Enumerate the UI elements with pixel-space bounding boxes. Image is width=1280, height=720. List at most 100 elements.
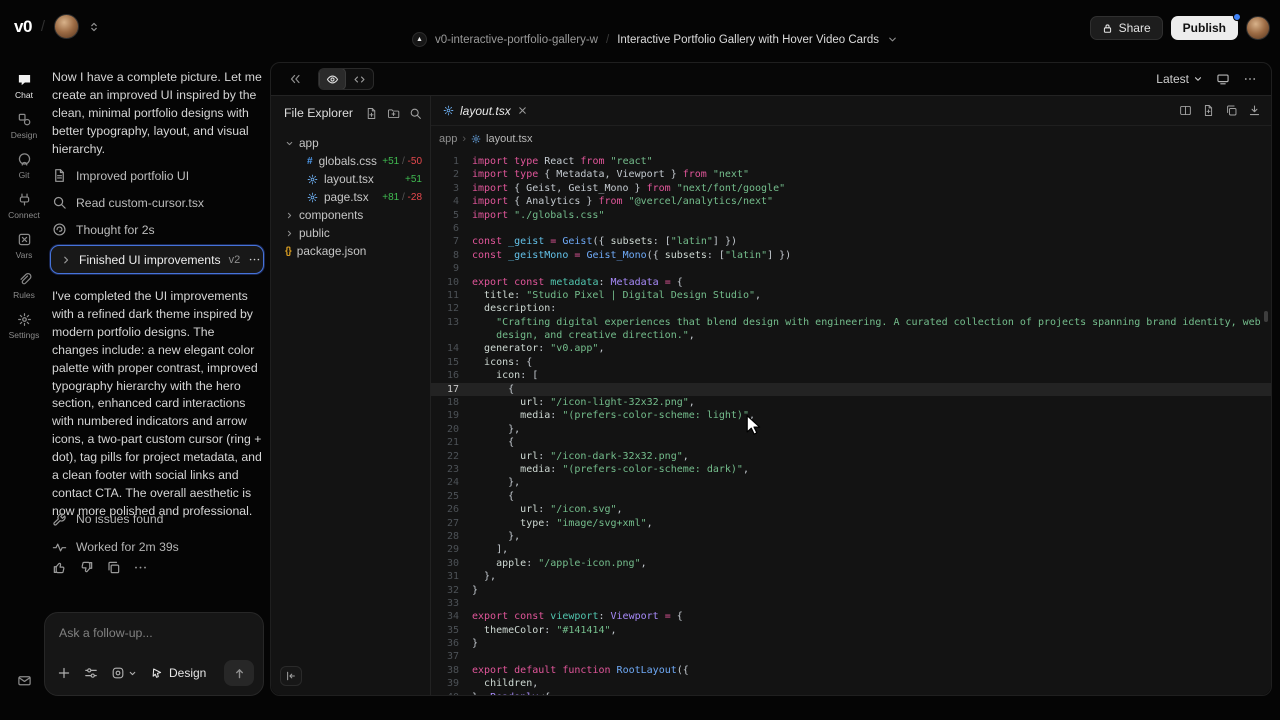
code-line-17[interactable]: 17 { [431,383,1271,396]
code-line-29[interactable]: 29 ], [431,543,1271,556]
rail-item-vars[interactable]: Vars [0,232,48,260]
scrollbar-thumb[interactable] [1264,311,1268,322]
code-line-1[interactable]: 1import type React from "react" [431,155,1271,168]
code-line-28[interactable]: 28 }, [431,530,1271,543]
settings-sliders-icon[interactable] [84,666,98,680]
diff-file-icon[interactable] [1202,104,1215,117]
thumb-up-icon[interactable] [52,560,67,575]
code-line-32[interactable]: 32} [431,584,1271,597]
file-row-globals.css[interactable]: #globals.css+51 / -50 [271,152,430,170]
folder-row-app[interactable]: app [271,134,430,152]
code-line-13[interactable]: 13 "Crafting digital experiences that bl… [431,316,1271,329]
split-editor-icon[interactable] [1179,104,1192,117]
user-avatar[interactable] [1246,16,1270,40]
breadcrumb-file[interactable]: layout.tsx [486,133,532,145]
code-line-21[interactable]: 21 { [431,436,1271,449]
rail-item-git[interactable]: Git [0,152,48,180]
attach-plus-icon[interactable] [57,666,71,680]
collapse-explorer-icon[interactable] [280,666,302,686]
download-icon[interactable] [1248,104,1261,117]
chevron-down-icon[interactable] [887,34,898,45]
folder-row-components[interactable]: components [271,206,430,224]
version-selector[interactable]: Latest [1156,72,1203,86]
code-line-2[interactable]: 2import type { Metadata, Viewport } from… [431,168,1271,181]
code-line-38[interactable]: 38export default function RootLayout({ [431,664,1271,677]
task-step[interactable]: Improved portfolio UI [52,162,264,189]
thumb-down-icon[interactable] [79,560,94,575]
code-line-10[interactable]: 10export const metadata: Metadata = { [431,276,1271,289]
code-line-34[interactable]: 34export const viewport: Viewport = { [431,610,1271,623]
code-line-20[interactable]: 20 }, [431,423,1271,436]
file-row-package.json[interactable]: {}package.json [271,242,430,260]
code-line-15[interactable]: 15 icons: { [431,356,1271,369]
code-line-19[interactable]: 19 media: "(prefers-color-scheme: light)… [431,409,1271,422]
tab-layout-tsx[interactable]: layout.tsx [431,96,540,126]
code-line-22[interactable]: 22 url: "/icon-dark-32x32.png", [431,450,1271,463]
workspace-switcher-icon[interactable] [88,21,100,33]
publish-button[interactable]: Publish [1171,16,1238,40]
code-line-30[interactable]: 30 apple: "/apple-icon.png", [431,557,1271,570]
code-line-25[interactable]: 25 { [431,490,1271,503]
rail-item-chat[interactable]: Chat [0,72,48,100]
more-options-icon[interactable] [1243,72,1257,86]
folder-row-public[interactable]: public [271,224,430,242]
code-line-33[interactable]: 33 [431,597,1271,610]
code-line-14[interactable]: 14 generator: "v0.app", [431,342,1271,355]
search-files-icon[interactable] [409,107,422,120]
code-line-8[interactable]: 8const _geistMono = Geist_Mono({ subsets… [431,249,1271,262]
code-content[interactable]: 1import type React from "react"2import t… [431,148,1271,695]
rail-item-settings[interactable]: Settings [0,312,48,340]
code-line-6[interactable]: 6 [431,222,1271,235]
code-line-5[interactable]: 5import "./globals.css" [431,209,1271,222]
device-preview-icon[interactable] [1216,72,1230,86]
line-number: 40 [431,691,459,695]
share-button[interactable]: Share [1090,16,1163,40]
copy-icon[interactable] [106,560,121,575]
task-step[interactable]: Thought for 2s [52,216,264,243]
new-file-icon[interactable] [365,107,378,120]
ellipsis-icon[interactable] [133,560,148,575]
breadcrumb-folder[interactable]: app [439,133,457,145]
code-line-3[interactable]: 3import { Geist, Geist_Mono } from "next… [431,182,1271,195]
rail-item-design[interactable]: Design [0,112,48,140]
code-line-35[interactable]: 35 themeColor: "#141414", [431,624,1271,637]
code-line-16[interactable]: 16 icon: [ [431,369,1271,382]
code-line-36[interactable]: 36} [431,637,1271,650]
code-line-12[interactable]: 12 description: [431,302,1271,315]
project-name[interactable]: v0-interactive-portfolio-gallery-w [435,34,598,46]
file-row-layout.tsx[interactable]: layout.tsx+51 [271,170,430,188]
preview-eye-toggle[interactable] [319,68,346,90]
code-line-9[interactable]: 9 [431,262,1271,275]
copy-file-icon[interactable] [1225,104,1238,117]
send-button[interactable] [224,660,254,686]
close-tab-icon[interactable] [517,105,528,116]
code-line-37[interactable]: 37 [431,650,1271,663]
code-line-27[interactable]: 27 type: "image/svg+xml", [431,517,1271,530]
code-line-18[interactable]: 18 url: "/icon-light-32x32.png", [431,396,1271,409]
file-row-page.tsx[interactable]: page.tsx+81 / -28 [271,188,430,206]
code-line-23[interactable]: 23 media: "(prefers-color-scheme: dark)"… [431,463,1271,476]
code-line-26[interactable]: 26 url: "/icon.svg", [431,503,1271,516]
code-line-11[interactable]: 11 title: "Studio Pixel | Digital Design… [431,289,1271,302]
code-line-wrap[interactable]: design, and creative direction.", [431,329,1271,342]
feedback-mail-icon[interactable] [0,673,48,688]
version-card[interactable]: Finished UI improvements v2 [50,245,264,274]
code-line-39[interactable]: 39 children, [431,677,1271,690]
code-line-7[interactable]: 7const _geist = Geist({ subsets: ["latin… [431,235,1271,248]
design-mode-selector[interactable]: Design [150,666,206,680]
code-line-24[interactable]: 24 }, [431,476,1271,489]
code-line-4[interactable]: 4import { Analytics } from "@vercel/anal… [431,195,1271,208]
chat-title[interactable]: Interactive Portfolio Gallery with Hover… [617,34,879,46]
composer[interactable]: Ask a follow-up... Design [44,612,264,696]
rail-item-rules[interactable]: Rules [0,272,48,300]
collapse-panel-icon[interactable] [288,72,302,86]
code-view-toggle[interactable] [346,68,373,90]
code-line-31[interactable]: 31 }, [431,570,1271,583]
code-line-40[interactable]: 40}: Readonly<{ [431,691,1271,695]
task-step[interactable]: Read custom-cursor.tsx [52,189,264,216]
model-picker-icon[interactable] [111,666,137,680]
workspace-avatar[interactable] [54,14,79,39]
new-folder-icon[interactable] [387,107,400,120]
version-card-menu-icon[interactable] [248,253,261,266]
rail-item-connect[interactable]: Connect [0,192,48,220]
